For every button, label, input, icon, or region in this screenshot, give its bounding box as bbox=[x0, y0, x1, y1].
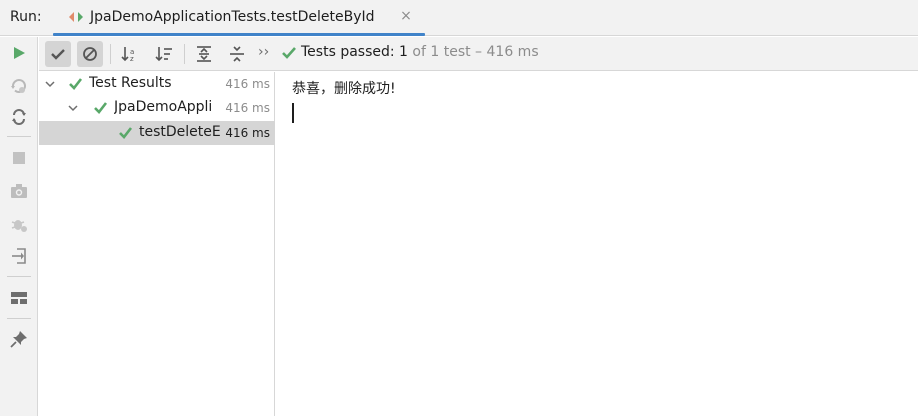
test-results-tree: Test Results 416 ms JpaDemoAppli 416 ms … bbox=[39, 72, 275, 416]
rerun-button[interactable] bbox=[8, 42, 30, 64]
console-output-line: 恭喜，删除成功! bbox=[292, 81, 396, 97]
tree-row-test-class[interactable]: JpaDemoAppli 416 ms bbox=[39, 96, 275, 120]
tree-row-duration: 416 ms bbox=[225, 101, 270, 115]
toggle-auto-test-icon bbox=[12, 109, 26, 125]
run-tool-window-header: Run: JpaDemoApplicationTests.testDeleteB… bbox=[0, 0, 918, 36]
layout-button[interactable] bbox=[8, 287, 30, 309]
test-status-summary: Tests passed: 1 of 1 test – 416 ms bbox=[301, 44, 539, 60]
sort-alphabetically-button[interactable]: a z bbox=[117, 41, 143, 67]
pin-button[interactable] bbox=[8, 328, 30, 350]
bug-settings-icon bbox=[11, 220, 27, 232]
svg-text:z: z bbox=[130, 55, 134, 62]
pass-check-icon bbox=[119, 127, 133, 139]
ignored-icon bbox=[83, 47, 97, 61]
tab-active-underline bbox=[53, 33, 425, 36]
exit-button[interactable] bbox=[8, 245, 30, 267]
sort-alpha-icon: a z bbox=[121, 47, 134, 62]
collapse-all-button[interactable] bbox=[224, 41, 250, 67]
pass-check-icon bbox=[94, 102, 108, 114]
console-output[interactable]: 恭喜，删除成功! bbox=[276, 72, 918, 416]
collapse-all-icon bbox=[230, 46, 244, 62]
tab-title: JpaDemoApplicationTests.testDeleteById bbox=[90, 9, 375, 25]
toolbar-separator bbox=[7, 318, 31, 319]
pin-icon bbox=[10, 331, 27, 348]
snapshot-button[interactable] bbox=[8, 180, 30, 202]
expand-all-icon bbox=[197, 46, 211, 62]
rerun-failed-button[interactable] bbox=[8, 75, 30, 97]
tree-row-test-results[interactable]: Test Results 416 ms bbox=[39, 72, 275, 96]
status-passed-text: Tests passed: bbox=[301, 44, 400, 60]
sort-duration-icon bbox=[155, 47, 172, 62]
run-label: Run: bbox=[10, 9, 42, 25]
exit-icon bbox=[12, 248, 26, 264]
tree-row-duration: 416 ms bbox=[225, 126, 270, 140]
stop-button[interactable] bbox=[8, 147, 30, 169]
chevron-down-icon[interactable] bbox=[68, 103, 78, 113]
test-diamond-icon bbox=[69, 12, 83, 22]
debug-settings-button[interactable] bbox=[8, 213, 30, 235]
sort-by-duration-button[interactable] bbox=[151, 41, 177, 67]
tree-row-label: Test Results bbox=[89, 75, 172, 91]
show-ignored-toggle[interactable] bbox=[77, 41, 103, 67]
rerun-failed-icon bbox=[11, 79, 26, 94]
expand-all-button[interactable] bbox=[191, 41, 217, 67]
tree-row-label: testDeleteE bbox=[139, 124, 221, 140]
toolbar-separator bbox=[7, 136, 31, 137]
show-passed-toggle[interactable] bbox=[45, 41, 71, 67]
toolbar-separator bbox=[184, 44, 185, 64]
status-detail: of 1 test – 416 ms bbox=[407, 44, 539, 60]
left-toolbar bbox=[0, 37, 38, 416]
camera-icon bbox=[11, 184, 27, 198]
tree-row-label: JpaDemoAppli bbox=[114, 99, 213, 115]
layout-icon bbox=[11, 292, 27, 304]
tree-row-duration: 416 ms bbox=[225, 77, 270, 91]
stop-icon bbox=[13, 152, 25, 164]
tree-row-test-method[interactable]: testDeleteE 416 ms bbox=[39, 121, 275, 145]
more-actions-chevron[interactable]: ›› bbox=[258, 44, 269, 60]
pass-check-icon bbox=[69, 78, 83, 90]
toggle-auto-test-button[interactable] bbox=[8, 106, 30, 128]
toolbar-separator bbox=[7, 276, 31, 277]
text-caret bbox=[292, 103, 294, 123]
pass-check-icon bbox=[282, 47, 296, 59]
check-icon bbox=[51, 49, 65, 60]
close-icon[interactable]: × bbox=[398, 8, 414, 24]
rerun-icon bbox=[14, 47, 25, 59]
chevron-down-icon[interactable] bbox=[45, 79, 55, 89]
toolbar-separator bbox=[110, 44, 111, 64]
test-toolbar: a z ›› Tests passed: 1 of 1 test – 416 m… bbox=[39, 37, 918, 71]
run-configuration-tab[interactable]: JpaDemoApplicationTests.testDeleteById × bbox=[53, 0, 425, 36]
status-count: 1 bbox=[399, 44, 408, 60]
